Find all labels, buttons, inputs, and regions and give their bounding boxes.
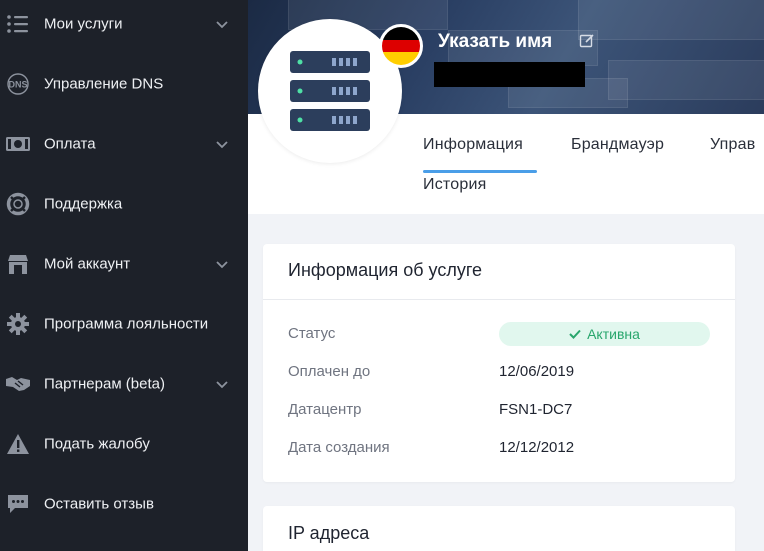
sidebar-item-label: Подать жалобу (44, 435, 150, 453)
sidebar-item-loyalty[interactable]: Программа лояльности (0, 302, 248, 346)
datacenter-label: Датацентр (288, 401, 362, 418)
store-icon (5, 251, 31, 277)
handshake-icon (5, 371, 31, 397)
gear-icon (5, 311, 31, 337)
list-icon (5, 11, 31, 37)
status-label: Статус (288, 325, 336, 342)
service-info-title: Информация об услуге (288, 260, 483, 280)
check-icon (569, 329, 581, 339)
tab-information[interactable]: Информация (423, 136, 523, 154)
sidebar-item-my-account[interactable]: Мой аккаунт (0, 242, 248, 286)
sidebar-item-label: Оставить отзыв (44, 495, 154, 513)
redacted-block (434, 62, 585, 87)
edit-icon[interactable] (579, 33, 595, 49)
sidebar-item-support[interactable]: Поддержка (0, 182, 248, 226)
status-badge: Активна (499, 322, 710, 346)
germany-flag-icon (379, 24, 423, 68)
sidebar-item-label: Управление DNS (44, 75, 164, 93)
datacenter-value: FSN1-DC7 (499, 401, 573, 418)
sidebar-item-label: Мой аккаунт (44, 255, 131, 273)
tab-history[interactable]: История (423, 176, 486, 194)
lifebuoy-icon (5, 191, 31, 217)
status-value: Активна (587, 326, 640, 342)
sidebar-item-label: Поддержка (44, 195, 123, 213)
tab-management[interactable]: Управ (710, 136, 755, 154)
card-divider (263, 299, 735, 300)
sidebar-item-partners[interactable]: Партнерам (beta) (0, 362, 248, 406)
paid-until-value: 12/06/2019 (499, 363, 575, 380)
tab-firewall[interactable]: Брандмауэр (571, 136, 664, 154)
sidebar-item-label: Программа лояльности (44, 315, 209, 333)
chevron-down-icon[interactable] (215, 137, 229, 151)
chevron-down-icon[interactable] (215, 377, 229, 391)
sidebar-item-my-services[interactable]: Мои услуги (0, 2, 248, 46)
sidebar-item-feedback[interactable]: Оставить отзыв (0, 482, 248, 526)
paid-until-label: Оплачен до (288, 363, 371, 380)
chevron-down-icon[interactable] (215, 17, 229, 31)
created-date-value: 12/12/2012 (499, 439, 575, 456)
dns-icon: DNS (5, 71, 31, 97)
server-icon (290, 51, 370, 131)
server-name-title[interactable]: Указать имя (438, 31, 552, 53)
sidebar-item-label: Партнерам (beta) (44, 375, 165, 393)
sidebar: Мои услуги DNS Управление DNS Оплата Под… (0, 0, 248, 551)
sidebar-item-payment[interactable]: Оплата (0, 122, 248, 166)
tab-active-indicator (423, 170, 537, 173)
created-date-label: Дата создания (288, 439, 390, 456)
chat-icon (5, 491, 31, 517)
cash-icon (5, 131, 31, 157)
sidebar-item-complaint[interactable]: Подать жалобу (0, 422, 248, 466)
sidebar-item-label: Мои услуги (44, 15, 123, 33)
sidebar-item-dns[interactable]: DNS Управление DNS (0, 62, 248, 106)
chevron-down-icon[interactable] (215, 257, 229, 271)
sidebar-item-label: Оплата (44, 135, 96, 153)
warning-icon (5, 431, 31, 457)
ip-addresses-title: IP адреса (288, 523, 370, 543)
dns-icon-text: DNS (8, 80, 27, 90)
